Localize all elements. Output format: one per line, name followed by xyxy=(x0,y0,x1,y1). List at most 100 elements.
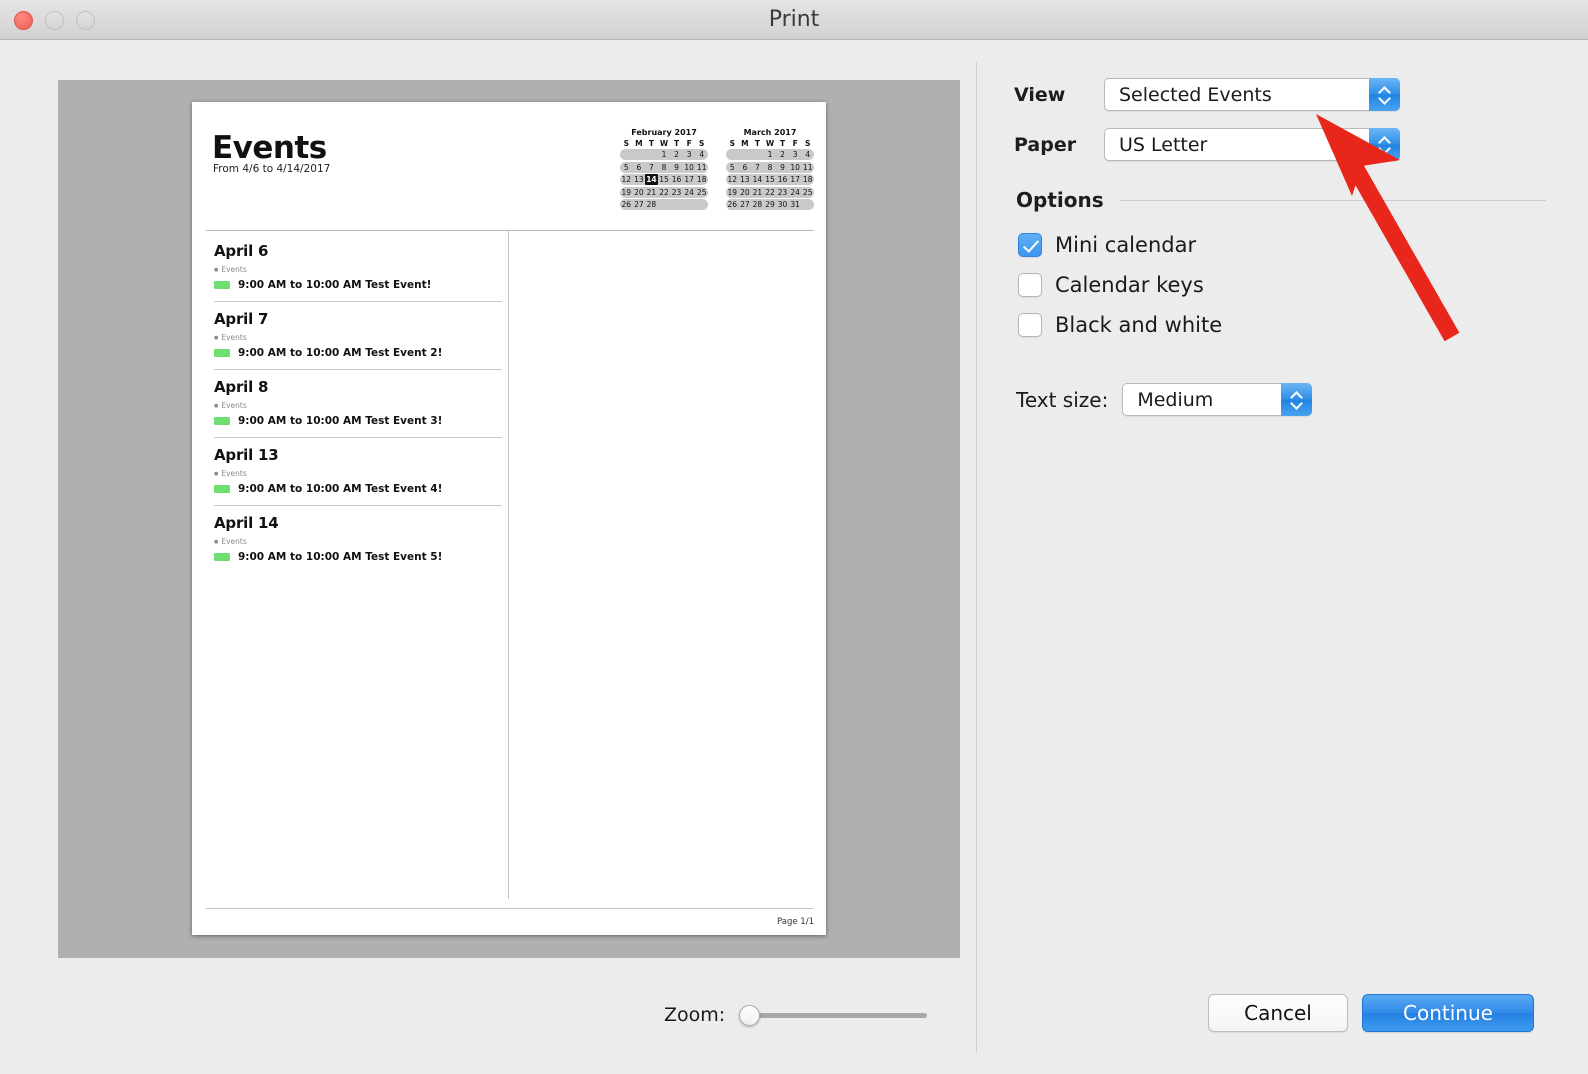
calendar-day: 3 xyxy=(792,150,798,159)
option-checkbox-row[interactable]: Black and white xyxy=(1018,305,1222,345)
calendar-name-label: Events xyxy=(214,265,502,274)
weekday-label: F xyxy=(686,139,692,148)
footer-divider xyxy=(206,908,814,909)
weekday-label: S xyxy=(623,139,629,148)
calendar-day: 16 xyxy=(671,175,682,184)
paper-label: Paper xyxy=(1014,133,1077,156)
calendar-day xyxy=(695,199,708,210)
zoom-slider-track[interactable] xyxy=(747,1012,928,1018)
calendar-day: 3 xyxy=(686,150,692,159)
column-divider xyxy=(508,230,509,899)
day-block: April 8 Events 9:00 AM to 10:00 AM Test Ev… xyxy=(214,369,502,437)
calendar-day: 10 xyxy=(790,162,800,172)
calendar-day: 9 xyxy=(674,162,679,172)
continue-button[interactable]: Continue xyxy=(1362,994,1534,1032)
calendar-day xyxy=(726,149,739,160)
view-stepper-icon[interactable] xyxy=(1369,78,1400,111)
day-block: April 14 Events 9:00 AM to 10:00 AM Test E… xyxy=(214,505,502,573)
mini-calendar-title: February 2017 xyxy=(631,128,697,137)
weekday-label: W xyxy=(765,139,775,148)
event-row: 9:00 AM to 10:00 AM Test Event 2! xyxy=(214,347,502,359)
weekday-label: M xyxy=(741,139,749,148)
calendar-day: 20 xyxy=(740,187,750,197)
text-size-stepper-icon[interactable] xyxy=(1281,383,1313,416)
mini-calendar-week: 19 20 21 22 23 24 25 xyxy=(620,186,708,198)
checkbox-unchecked-icon[interactable] xyxy=(1018,313,1042,337)
calendar-day: 11 xyxy=(696,162,707,172)
checkbox-unchecked-icon[interactable] xyxy=(1018,273,1042,297)
calendar-day: 12 xyxy=(621,175,632,184)
calendar-day: 21 xyxy=(646,187,657,197)
calendar-day xyxy=(670,199,683,210)
calendar-day: 15 xyxy=(659,175,669,184)
mini-calendar: February 2017 S M T W T F S 1 2 3 4 5 6 7 8 9 10 11 12 13 14… xyxy=(620,128,708,212)
calendar-name-label: Events xyxy=(214,469,502,478)
weekday-label: S xyxy=(805,139,811,148)
text-size-dropdown[interactable]: Medium xyxy=(1122,383,1313,416)
option-checkbox-row[interactable]: Calendar keys xyxy=(1018,265,1222,305)
calendar-day: 22 xyxy=(659,187,669,197)
zoom-slider-knob[interactable] xyxy=(739,1004,761,1026)
event-color-swatch xyxy=(214,417,230,425)
weekday-label: M xyxy=(635,139,643,148)
paper-stepper-icon[interactable] xyxy=(1369,128,1400,161)
mini-calendar-week: 26 27 28 29 30 31 xyxy=(726,199,814,210)
calendar-day: 2 xyxy=(674,150,679,159)
mini-calendar-week: 1234 xyxy=(726,149,814,160)
window-title: Print xyxy=(768,7,820,32)
options-checkbox-list: Mini calendar Calendar keys Black and whit… xyxy=(1018,225,1222,345)
options-title: Options xyxy=(1016,188,1104,212)
paper-dropdown[interactable]: US Letter xyxy=(1104,128,1400,161)
calendar-day: 19 xyxy=(727,187,738,197)
calendar-day: 26 xyxy=(621,200,632,209)
mini-calendar-week: 19 20 21 22 23 24 25 xyxy=(726,186,814,198)
mini-calendar-weekday-row: SMTWTFS xyxy=(726,139,814,149)
calendar-day: 27 xyxy=(634,200,644,209)
event-text: 9:00 AM to 10:00 AM Test Event 2! xyxy=(238,347,443,359)
mini-calendar-title: March 2017 xyxy=(743,128,797,137)
view-field-row: View Selected Events xyxy=(1014,78,1400,111)
zoom-slider[interactable] xyxy=(739,1004,928,1026)
calendar-day: 6 xyxy=(636,162,642,172)
calendar-day: 16 xyxy=(777,175,788,184)
day-block: April 7 Events 9:00 AM to 10:00 AM Test Ev… xyxy=(214,301,502,369)
mini-calendar-week: 26 27 28 xyxy=(620,199,708,210)
event-row: 9:00 AM to 10:00 AM Test Event! xyxy=(214,279,502,291)
event-color-swatch xyxy=(214,349,230,357)
calendar-day: 7 xyxy=(649,162,654,172)
event-text: 9:00 AM to 10:00 AM Test Event! xyxy=(238,279,432,291)
options-rule xyxy=(1119,199,1546,201)
calendar-day: 19 xyxy=(621,187,632,197)
calendar-day: 10 xyxy=(684,162,694,172)
calendar-day: 23 xyxy=(777,187,788,197)
mini-calendar-week: 5 6 7 8 9 10 11 xyxy=(726,161,814,173)
print-preview-area: Events From 4/6 to 4/14/2017 February 20… xyxy=(58,80,960,958)
text-size-label: Text size: xyxy=(1016,387,1109,412)
zoom-control: Zoom: xyxy=(664,1004,928,1026)
calendar-day: 18 xyxy=(802,175,813,184)
event-text: 9:00 AM to 10:00 AM Test Event 5! xyxy=(238,551,443,563)
cancel-button[interactable]: Cancel xyxy=(1208,994,1348,1032)
weekday-label: W xyxy=(659,139,669,148)
day-heading: April 8 xyxy=(214,378,269,396)
day-block: April 6 Events 9:00 AM to 10:00 AM Test Ev… xyxy=(214,242,502,301)
option-label: Mini calendar xyxy=(1055,233,1197,257)
option-checkbox-row[interactable]: Mini calendar xyxy=(1018,225,1222,265)
checkbox-checked-icon[interactable] xyxy=(1018,233,1042,257)
calendar-day xyxy=(739,149,752,160)
view-dropdown[interactable]: Selected Events xyxy=(1104,78,1400,111)
option-label: Black and white xyxy=(1055,313,1223,337)
calendar-day: 24 xyxy=(684,187,694,197)
calendar-day: 1 xyxy=(661,150,667,159)
weekday-label: S xyxy=(699,139,705,148)
event-color-swatch xyxy=(214,281,230,289)
panel-divider xyxy=(976,62,977,1052)
calendar-day: 20 xyxy=(634,187,644,197)
calendar-day: 30 xyxy=(777,200,788,209)
event-row: 9:00 AM to 10:00 AM Test Event 4! xyxy=(214,483,502,495)
options-section-header: Options xyxy=(1016,188,1546,212)
window-titlebar: Print xyxy=(0,0,1588,40)
calendar-day: 29 xyxy=(765,200,775,209)
preview-page[interactable]: Events From 4/6 to 4/14/2017 February 20… xyxy=(192,102,826,935)
calendar-day: 7 xyxy=(755,162,760,172)
